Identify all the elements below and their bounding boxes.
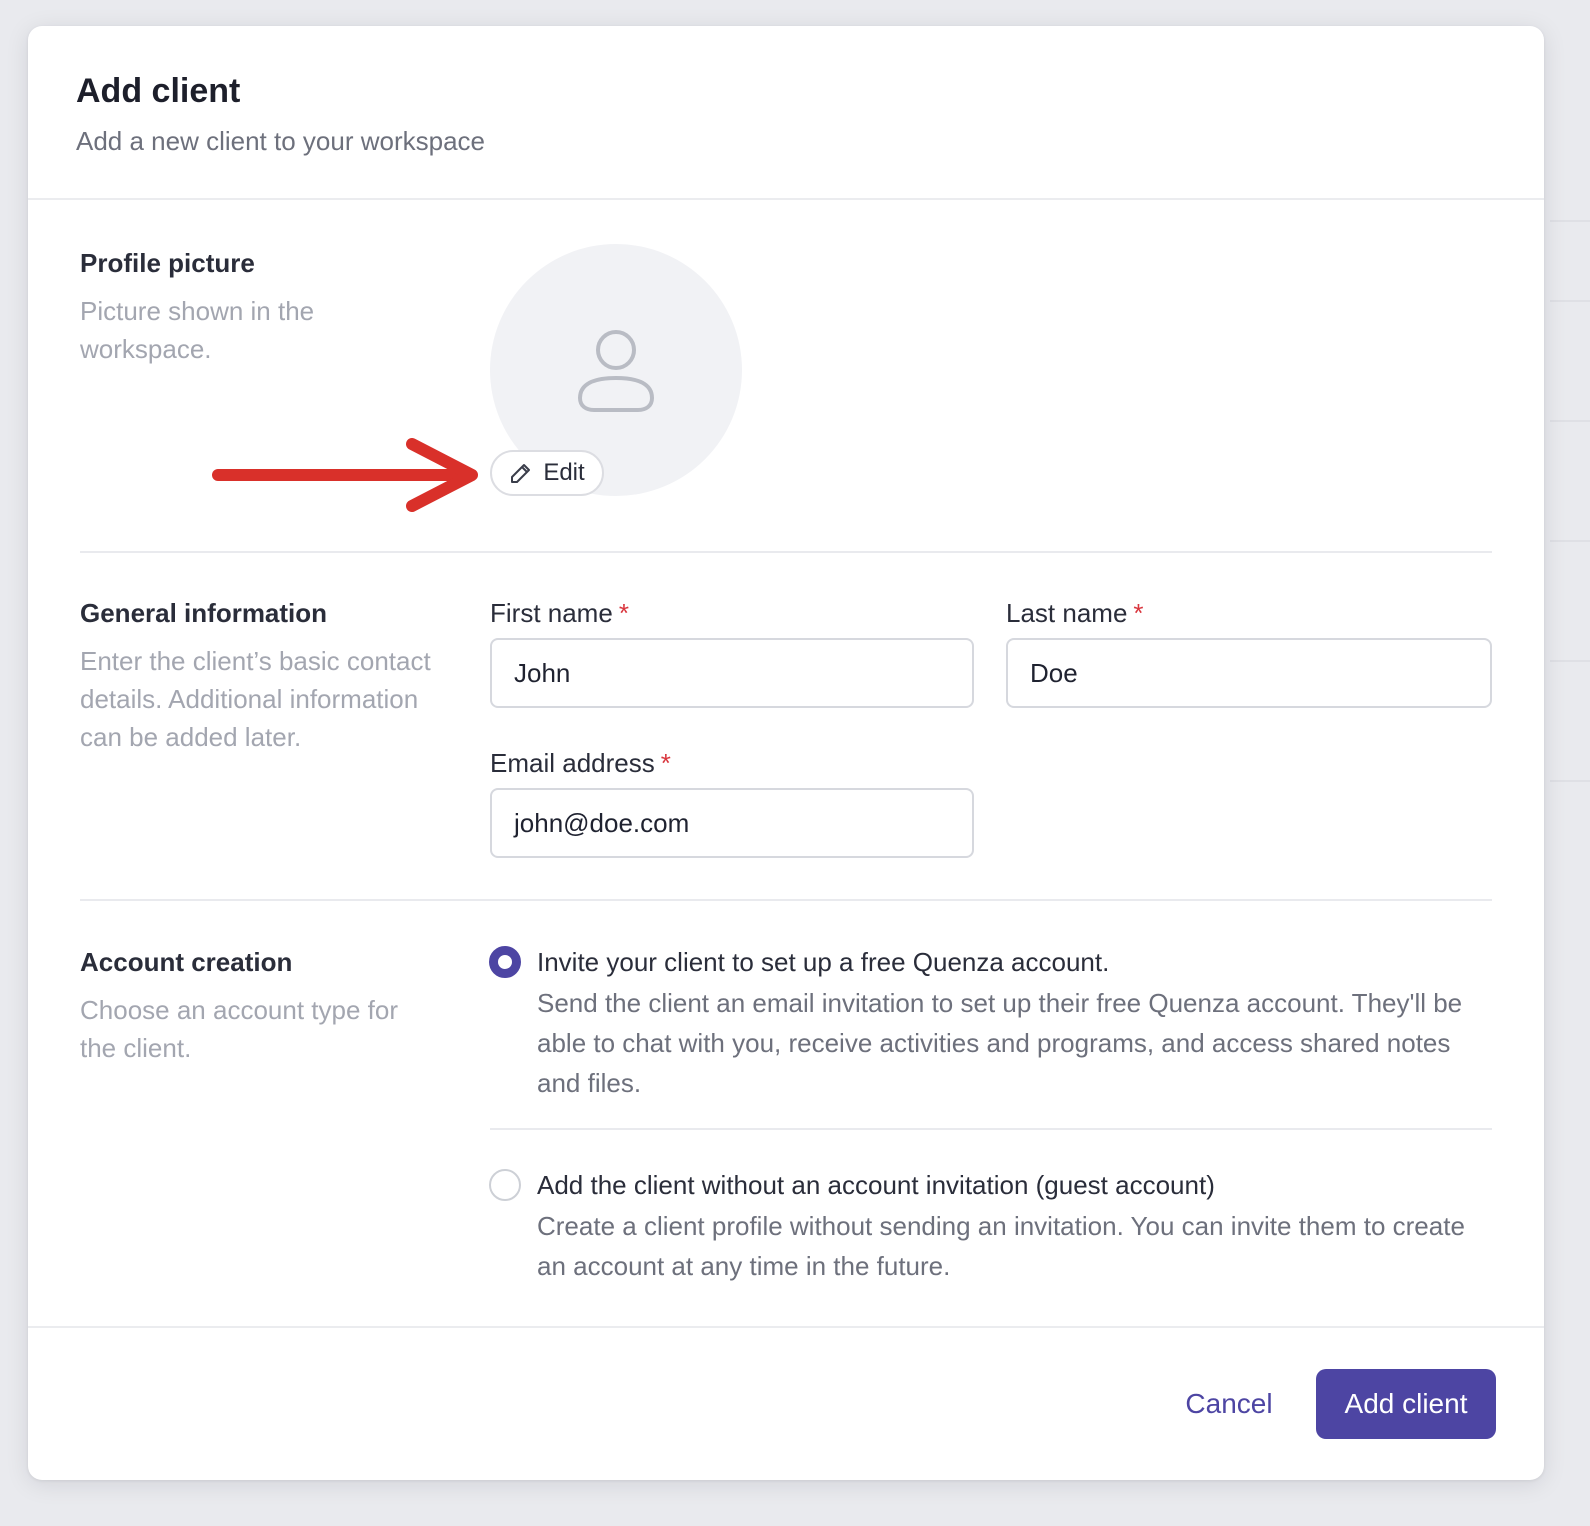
last-name-label: Last name * — [1006, 598, 1144, 628]
general-information-description: Enter the client’s basic contact details… — [80, 646, 431, 752]
edit-label: Edit — [543, 459, 585, 486]
add-client-dialog: Add client Add a new client to your work… — [28, 26, 1544, 1480]
required-mark: * — [660, 748, 671, 778]
invite-account-radio[interactable] — [489, 946, 521, 978]
email-input[interactable]: john@doe.com — [490, 788, 974, 858]
add-client-button[interactable]: Add client — [1316, 1369, 1496, 1439]
option-divider — [490, 1128, 1492, 1130]
red-arrow-icon — [212, 438, 478, 512]
backdrop — [1550, 0, 1590, 1526]
dialog-subtitle: Add a new client to your workspace — [76, 126, 485, 156]
invite-option-title[interactable]: Invite your client to set up a free Quen… — [537, 947, 1109, 978]
section-divider — [80, 551, 1492, 553]
user-icon — [577, 330, 655, 412]
edit-avatar-button[interactable]: Edit — [490, 450, 604, 496]
guest-option-title[interactable]: Add the client without an account invita… — [537, 1170, 1215, 1201]
account-creation-description: Choose an account type for the client. — [80, 995, 398, 1063]
email-label: Email address * — [490, 748, 671, 778]
required-mark: * — [618, 598, 629, 628]
last-name-input[interactable]: Doe — [1006, 638, 1492, 708]
profile-picture-description: Picture shown in the workspace. — [80, 296, 315, 364]
cancel-button[interactable]: Cancel — [1164, 1372, 1294, 1436]
required-mark: * — [1133, 598, 1144, 628]
dialog-title: Add client — [76, 72, 241, 110]
first-name-input[interactable]: John — [490, 638, 974, 708]
first-name-label: First name * — [490, 598, 629, 628]
account-creation-title: Account creation — [80, 947, 293, 977]
guest-account-radio[interactable] — [489, 1169, 521, 1201]
section-divider — [80, 899, 1492, 901]
invite-option-description: Send the client an email invitation to s… — [537, 988, 1463, 1098]
general-information-title: General information — [80, 598, 328, 628]
guest-option-description: Create a client profile without sending … — [537, 1211, 1465, 1281]
dialog-header: Add client Add a new client to your work… — [28, 26, 1544, 200]
footer-divider — [28, 1326, 1544, 1328]
profile-picture-title: Profile picture — [80, 248, 255, 278]
pencil-icon — [511, 464, 531, 483]
